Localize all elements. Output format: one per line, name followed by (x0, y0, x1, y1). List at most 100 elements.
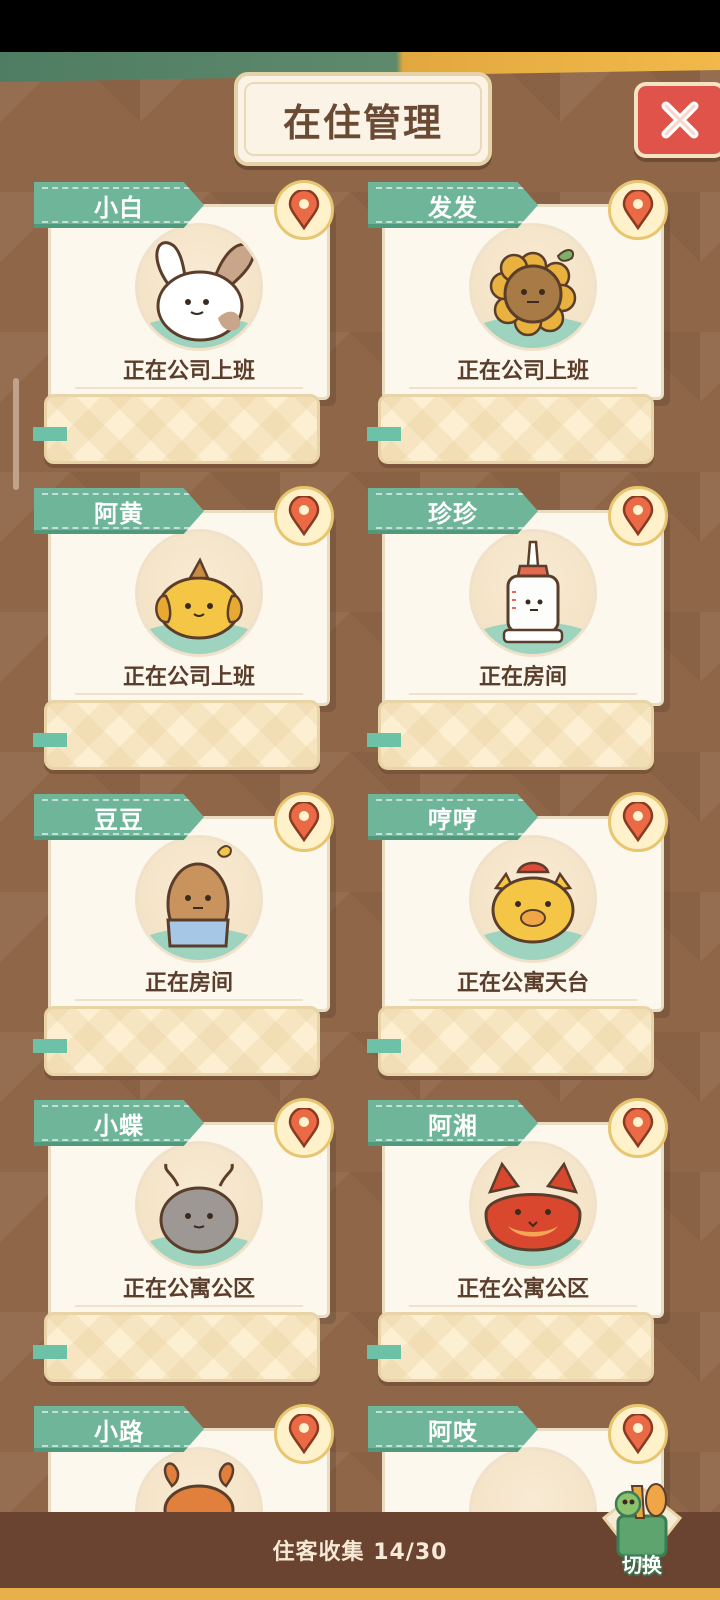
close-button[interactable] (634, 82, 720, 158)
location-pin-icon (288, 802, 320, 842)
avatar (135, 223, 263, 351)
location-pin-button[interactable] (274, 180, 334, 240)
slot-tab (367, 1039, 401, 1053)
name-banner: 阿吱 (368, 1406, 538, 1452)
snail-character-icon (159, 1163, 239, 1254)
resident-status: 正在公司上班 (122, 665, 255, 690)
location-pin-button[interactable] (608, 1404, 668, 1464)
location-pin-icon (622, 802, 654, 842)
item-slot[interactable] (367, 1312, 654, 1382)
page-title: 在住管理 (282, 100, 443, 145)
potato-character-icon (166, 845, 232, 948)
resident-name: 阿黄 (94, 499, 144, 528)
name-banner: 哼哼 (368, 794, 538, 840)
divider (75, 387, 303, 389)
location-pin-icon (288, 1414, 320, 1454)
location-pin-icon (622, 1108, 654, 1148)
resident-status: 正在公司上班 (122, 359, 255, 384)
location-pin-button[interactable] (274, 486, 334, 546)
resident-name: 小白 (94, 193, 144, 222)
bunny-character-icon (155, 241, 255, 342)
resident-card-xiaolu[interactable]: 小路 (34, 1404, 334, 1512)
resident-management-screen: 正在公司上班 小白 正在公司上班 发发 正在公司上班 阿黄 正在房间 珍珍 正在… (0, 52, 720, 1600)
divider (409, 999, 637, 1001)
resident-name: 阿湘 (428, 1111, 478, 1140)
item-slot[interactable] (367, 1006, 654, 1076)
slot-tab (367, 1345, 401, 1359)
avatar (135, 529, 263, 657)
resident-card-doudou[interactable]: 正在房间 豆豆 (33, 792, 334, 1076)
name-banner: 珍珍 (368, 488, 538, 534)
name-banner: 小白 (34, 182, 204, 228)
location-pin-button[interactable] (274, 1404, 334, 1464)
avatar (469, 1447, 597, 1512)
divider (409, 1305, 637, 1307)
resident-status: 正在公寓公区 (122, 1277, 255, 1302)
glue-bottle-character-icon (502, 540, 564, 644)
resident-card-ahuang[interactable]: 正在公司上班 阿黄 (33, 486, 334, 770)
resident-name: 发发 (428, 193, 478, 222)
location-pin-icon (288, 190, 320, 230)
scrollbar[interactable] (13, 378, 19, 490)
divider (75, 1305, 303, 1307)
resident-card-hengheng[interactable]: 正在公寓天台 哼哼 (367, 792, 668, 1076)
resident-grid[interactable]: 正在公司上班 小白 正在公司上班 发发 正在公司上班 阿黄 正在房间 珍珍 正在… (0, 52, 720, 1512)
slot-tab (367, 427, 401, 441)
close-x-icon (661, 101, 699, 139)
resident-status: 正在房间 (144, 971, 233, 996)
resident-status: 正在公司上班 (456, 359, 589, 384)
divider (75, 999, 303, 1001)
resident-card-fafa[interactable]: 正在公司上班 发发 (367, 180, 668, 464)
slot-tab (33, 733, 67, 747)
location-pin-button[interactable] (608, 792, 668, 852)
bottom-decor-strip (0, 1588, 720, 1600)
item-slot[interactable] (367, 700, 654, 770)
item-slot[interactable] (33, 1006, 320, 1076)
crab-character-icon (163, 1462, 235, 1512)
resident-name: 小蝶 (94, 1111, 144, 1140)
collection-count: 住客收集 14/30 (272, 1540, 448, 1565)
title-plaque: 在住管理 (234, 72, 492, 166)
location-pin-icon (288, 496, 320, 536)
resident-status: 正在公寓公区 (456, 1277, 589, 1302)
resident-name: 阿吱 (428, 1417, 478, 1446)
divider (75, 693, 303, 695)
resident-card-axiang[interactable]: 正在公寓公区 阿湘 (367, 1098, 668, 1382)
fox-character-icon (484, 1161, 582, 1252)
name-banner: 豆豆 (34, 794, 204, 840)
location-pin-button[interactable] (608, 180, 668, 240)
avatar (135, 1141, 263, 1269)
avatar (135, 835, 263, 963)
name-banner: 发发 (368, 182, 538, 228)
avatar (469, 1141, 597, 1269)
location-pin-button[interactable] (274, 1098, 334, 1158)
pig-character-icon (491, 861, 575, 944)
item-slot[interactable] (33, 1312, 320, 1382)
resident-card-xiaodie[interactable]: 正在公寓公区 小蝶 (33, 1098, 334, 1382)
resident-name: 哼哼 (428, 805, 478, 834)
location-pin-icon (622, 496, 654, 536)
resident-status: 正在房间 (478, 665, 567, 690)
resident-card-xiaobai[interactable]: 正在公司上班 小白 (33, 180, 334, 464)
location-pin-icon (622, 1414, 654, 1454)
item-slot[interactable] (33, 700, 320, 770)
slot-tab (33, 427, 67, 441)
item-slot[interactable] (367, 394, 654, 464)
resident-card-zhenzhen[interactable]: 正在房间 珍珍 (367, 486, 668, 770)
avatar (469, 529, 597, 657)
avatar (135, 1447, 263, 1512)
location-pin-button[interactable] (608, 1098, 668, 1158)
dog-character-icon (155, 557, 243, 640)
divider (409, 387, 637, 389)
avatar (469, 835, 597, 963)
resident-name: 豆豆 (94, 805, 144, 834)
location-pin-button[interactable] (274, 792, 334, 852)
resident-status: 正在公寓天台 (456, 971, 589, 996)
location-pin-icon (288, 1108, 320, 1148)
name-banner: 阿湘 (368, 1100, 538, 1146)
resident-name: 小路 (94, 1417, 144, 1446)
name-banner: 小路 (34, 1406, 204, 1452)
item-slot[interactable] (33, 394, 320, 464)
switch-button[interactable]: 切换 (592, 1462, 692, 1588)
location-pin-button[interactable] (608, 486, 668, 546)
